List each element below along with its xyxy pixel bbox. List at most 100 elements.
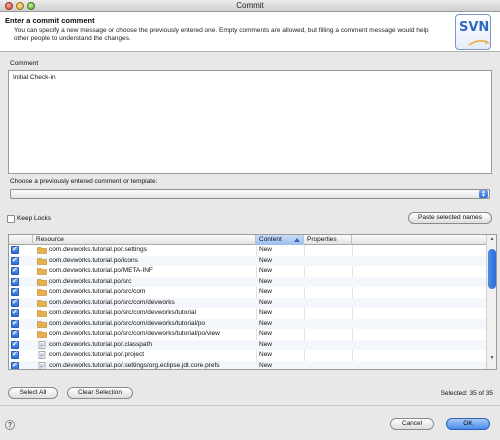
cancel-button[interactable]: Cancel — [390, 418, 434, 430]
resource-name: com.devworks.tutorial.po/.settings/org.e… — [49, 361, 220, 369]
resource-name: com.devworks.tutorial.po/src/com/devwork… — [49, 309, 197, 316]
clear-selection-button[interactable]: Clear Selection — [67, 387, 133, 399]
checkmark-icon: ✓ — [12, 309, 18, 316]
table-row[interactable]: ✓ com.devworks.tutorial.po/src/com/devwor… — [9, 329, 486, 340]
row-checkbox[interactable]: ✓ — [11, 277, 19, 286]
table-row[interactable]: ✓ com.devworks.tutorial.po/src/com/devwor… — [9, 318, 486, 329]
resource-table: Resource Content Properties ✓ com.devwork… — [8, 234, 497, 370]
resource-name: com.devworks.tutorial.po/src/com/devwork… — [49, 330, 220, 337]
folder-icon — [37, 289, 47, 296]
header-title: Enter a commit comment — [5, 16, 95, 25]
checkmark-icon: ✓ — [12, 319, 18, 327]
row-checkbox[interactable]: ✓ — [11, 330, 19, 338]
row-checkbox[interactable]: ✓ — [11, 267, 19, 275]
table-header: Resource Content Properties — [9, 235, 486, 245]
chevron-updown-icon: ▲ ▼ — [479, 190, 488, 199]
scroll-down-icon[interactable]: ▼ — [488, 355, 496, 361]
select-all-button[interactable]: Select All — [8, 387, 58, 399]
sort-ascending-icon — [294, 238, 300, 242]
resource-name: com.devworks.tutorial.po/src/com/devwork… — [49, 319, 206, 327]
window-title: Commit — [236, 1, 264, 10]
content-status: New — [259, 256, 273, 264]
row-checkbox[interactable]: ✓ — [11, 340, 19, 349]
content-status: New — [259, 340, 273, 348]
dialog-header: Enter a commit comment You can specify a… — [0, 12, 500, 52]
svn-logo: SVN — [455, 14, 491, 50]
row-checkbox[interactable]: ✓ — [11, 256, 19, 265]
table-row[interactable]: ✓ com.devworks.tutorial.po/.classpath New — [9, 339, 486, 350]
table-body: ✓ com.devworks.tutorial.po/.settings New ✓ c… — [9, 245, 486, 369]
title-bar: Commit — [0, 0, 500, 12]
ok-button[interactable]: OK — [446, 418, 490, 430]
folder-icon — [37, 278, 47, 286]
row-checkbox[interactable]: ✓ — [11, 351, 19, 359]
table-row[interactable]: ✓ com.devworks.tutorial.po/src/com/devwor… — [9, 308, 486, 319]
table-row[interactable]: ✓ com.devworks.tutorial.po/src/com/devwor… — [9, 297, 486, 308]
file-icon — [38, 340, 46, 349]
resource-name: com.devworks.tutorial.po/META-INF — [49, 267, 153, 274]
content-status: New — [259, 277, 273, 285]
header-check-column[interactable] — [9, 235, 33, 245]
row-checkbox[interactable]: ✓ — [11, 361, 19, 369]
selection-count: Selected: 35 of 35 — [440, 390, 493, 397]
checkmark-icon: ✓ — [12, 330, 18, 337]
template-label: Choose a previously entered comment or t… — [10, 178, 158, 185]
checkmark-icon: ✓ — [12, 246, 18, 253]
vertical-scrollbar[interactable]: ▲ ▼ — [486, 235, 496, 369]
svn-arrow-icon — [468, 40, 490, 46]
header-resource[interactable]: Resource — [33, 235, 256, 245]
template-dropdown[interactable]: ▲ ▼ — [10, 189, 490, 199]
table-row[interactable]: ✓ com.devworks.tutorial.po/.settings New — [9, 245, 486, 256]
folder-icon — [37, 331, 47, 338]
footer-divider — [0, 405, 500, 406]
comment-label: Comment — [10, 60, 39, 67]
checkmark-icon: ✓ — [12, 361, 18, 369]
checkmark-icon: ✓ — [12, 288, 18, 295]
table-row[interactable]: ✓ com.devworks.tutorial.po/src/com New — [9, 287, 486, 298]
folder-icon — [37, 247, 47, 254]
keep-locks-checkbox[interactable] — [7, 215, 15, 223]
resource-name: com.devworks.tutorial.po/.project — [49, 351, 145, 358]
checkmark-icon: ✓ — [12, 256, 18, 264]
content-status: New — [259, 298, 273, 306]
table-row[interactable]: ✓ com.devworks.tutorial.po/src New — [9, 276, 486, 287]
row-checkbox[interactable]: ✓ — [11, 319, 19, 328]
keep-locks-label: Keep Locks — [17, 215, 51, 222]
folder-icon — [37, 320, 47, 328]
header-properties[interactable]: Properties — [304, 235, 352, 245]
content-status: New — [259, 319, 273, 327]
paste-selected-names-button[interactable]: Paste selected names — [408, 212, 492, 224]
resource-name: com.devworks.tutorial.po/icons — [49, 256, 138, 264]
content-status: New — [259, 267, 273, 274]
resource-name: com.devworks.tutorial.po/.classpath — [49, 340, 152, 348]
content-status: New — [259, 309, 273, 316]
row-checkbox[interactable]: ✓ — [11, 288, 19, 296]
header-content-label: Content — [259, 236, 282, 243]
svn-logo-text: SVN — [459, 20, 490, 35]
checkmark-icon: ✓ — [12, 267, 18, 274]
file-icon — [38, 351, 46, 359]
header-content[interactable]: Content — [256, 235, 304, 245]
resource-name: com.devworks.tutorial.po/.settings — [49, 246, 147, 253]
checkmark-icon: ✓ — [12, 277, 18, 285]
header-description: You can specify a new message or choose … — [14, 27, 429, 42]
comment-textarea[interactable]: Initial Check-in — [8, 70, 492, 174]
help-button[interactable]: ? — [5, 420, 15, 430]
folder-icon — [37, 268, 47, 275]
content-status: New — [259, 330, 273, 337]
content-status: New — [259, 351, 273, 358]
content-status: New — [259, 288, 273, 295]
row-checkbox[interactable]: ✓ — [11, 309, 19, 317]
table-row[interactable]: ✓ com.devworks.tutorial.po/META-INF New — [9, 266, 486, 277]
row-checkbox[interactable]: ✓ — [11, 298, 19, 307]
table-row[interactable]: ✓ com.devworks.tutorial.po/icons New — [9, 255, 486, 266]
content-status: New — [259, 246, 273, 253]
scroll-up-icon[interactable]: ▲ — [488, 236, 496, 242]
resource-name: com.devworks.tutorial.po/src/com/devwork… — [49, 298, 175, 306]
scrollbar-thumb[interactable] — [488, 249, 496, 289]
content-status: New — [259, 361, 273, 369]
table-row[interactable]: ✓ com.devworks.tutorial.po/.settings/org.… — [9, 360, 486, 369]
folder-icon — [37, 310, 47, 317]
row-checkbox[interactable]: ✓ — [11, 246, 19, 254]
table-row[interactable]: ✓ com.devworks.tutorial.po/.project New — [9, 350, 486, 361]
